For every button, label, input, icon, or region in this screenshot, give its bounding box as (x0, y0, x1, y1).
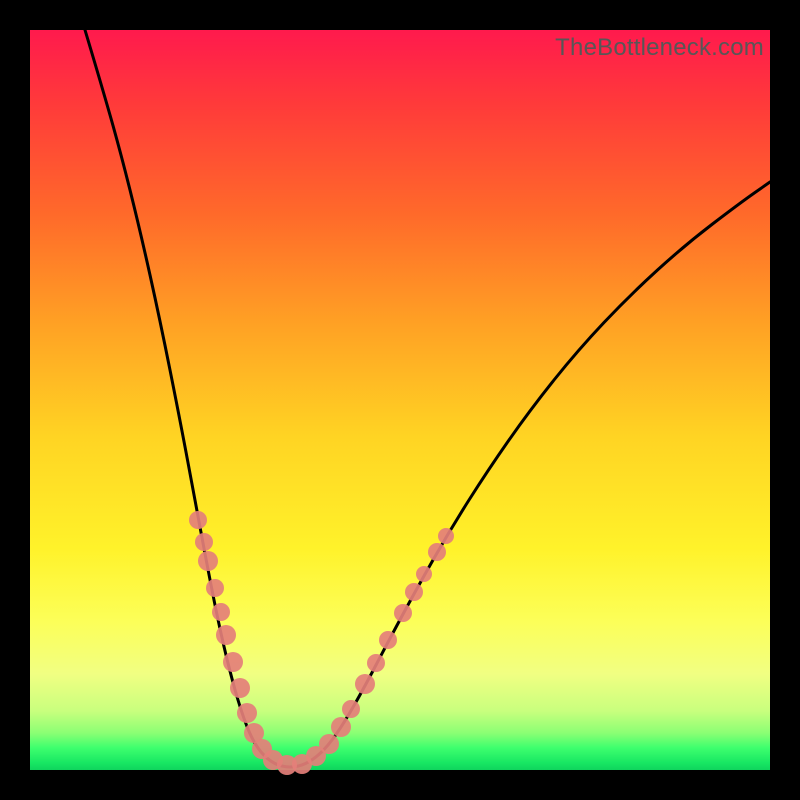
bead (405, 583, 423, 601)
bead (355, 674, 375, 694)
chart-svg (30, 30, 770, 770)
bead (367, 654, 385, 672)
bead (189, 511, 207, 529)
chart-container: TheBottleneck.com (0, 0, 800, 800)
bead (223, 652, 243, 672)
chart-panel: TheBottleneck.com (30, 30, 770, 770)
bead (342, 700, 360, 718)
bead (195, 533, 213, 551)
bead (428, 543, 446, 561)
bead (212, 603, 230, 621)
bead (416, 566, 432, 582)
watermark-text: TheBottleneck.com (555, 34, 764, 62)
bead (331, 717, 351, 737)
bead (379, 631, 397, 649)
bead (206, 579, 224, 597)
bead (319, 734, 339, 754)
bead (216, 625, 236, 645)
bead (394, 604, 412, 622)
curve-line (85, 30, 770, 767)
bead (438, 528, 454, 544)
bead (198, 551, 218, 571)
bead-group (189, 511, 454, 775)
bead (230, 678, 250, 698)
bead (237, 703, 257, 723)
